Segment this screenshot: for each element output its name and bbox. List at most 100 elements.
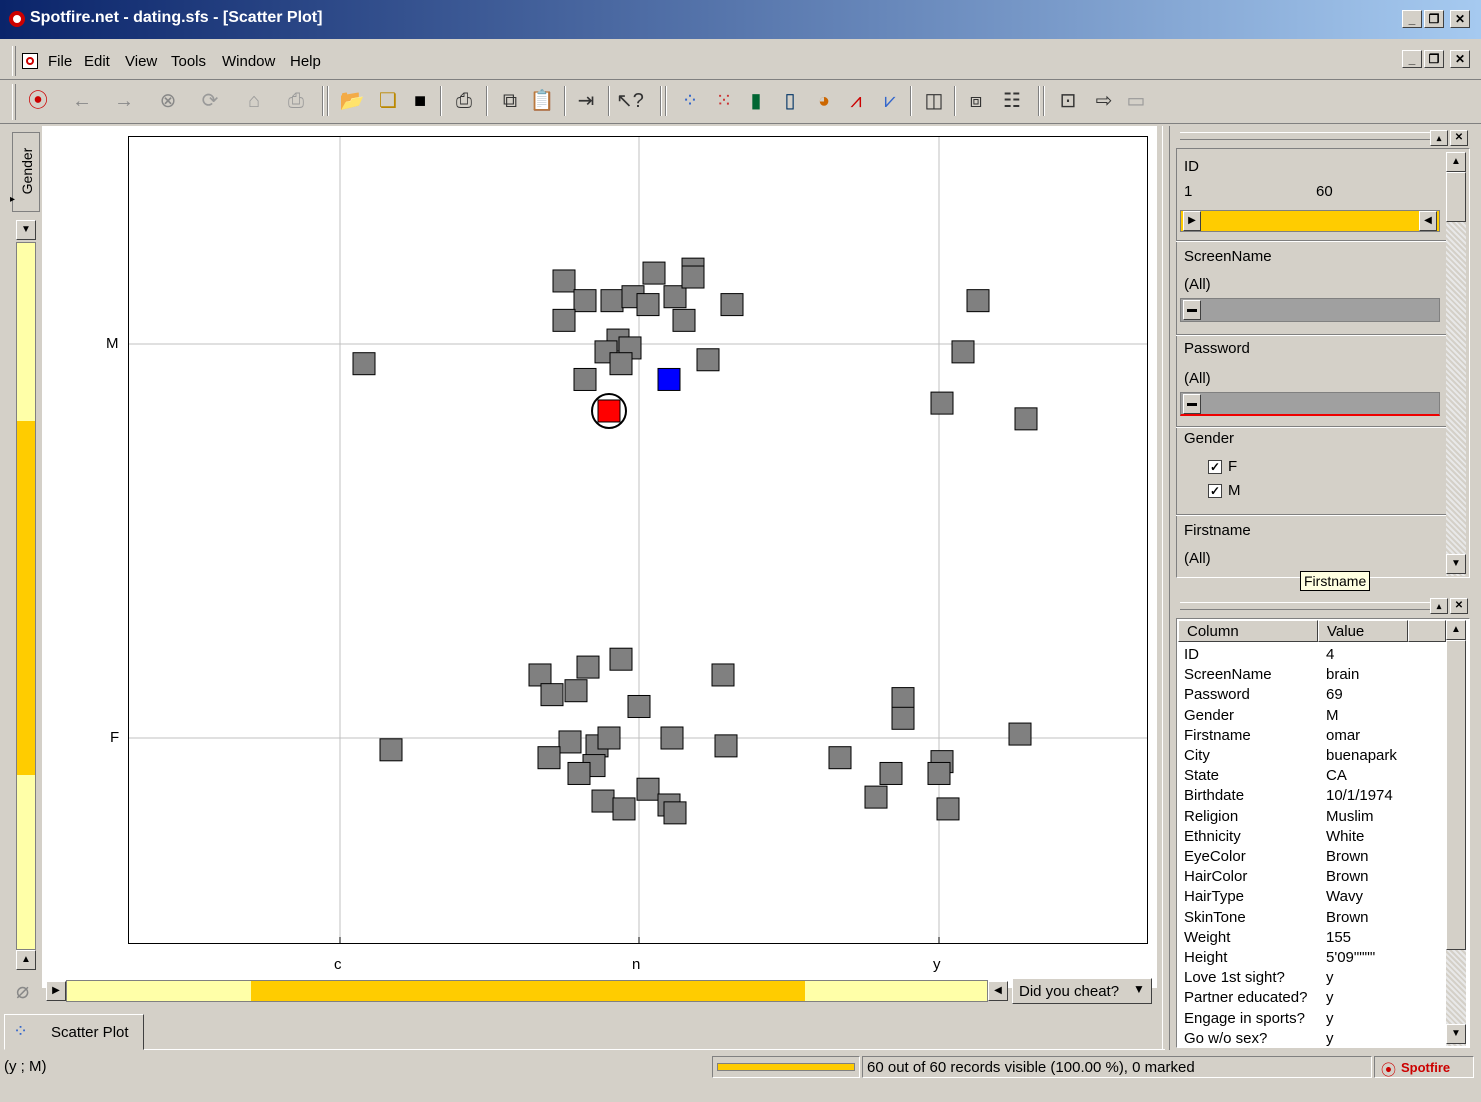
data-point[interactable]	[711, 663, 735, 687]
details-panel-grip[interactable]	[1180, 602, 1430, 610]
detail-row[interactable]: Religion Muslim	[1184, 808, 1446, 828]
data-point[interactable]	[672, 308, 696, 332]
data-point[interactable]	[552, 308, 576, 332]
detail-row[interactable]: Birthdate 10/1/1974	[1184, 787, 1446, 807]
data-point[interactable]	[540, 683, 564, 707]
data-point[interactable]	[936, 797, 960, 821]
detail-row[interactable]: Height 5'09""""	[1184, 949, 1446, 969]
panel-close-button[interactable]: ✕	[1450, 130, 1468, 146]
data-point[interactable]	[352, 352, 376, 376]
data-point[interactable]	[552, 269, 576, 293]
home-icon[interactable]: ⌂	[240, 87, 268, 115]
detail-row[interactable]: Ethnicity White	[1184, 828, 1446, 848]
menu-tools[interactable]: Tools	[171, 53, 206, 70]
x-range-left-button[interactable]: ▶	[46, 981, 66, 1001]
query-panel-scrollbar[interactable]: ▲ ▼	[1446, 152, 1466, 576]
gender-m-checkbox[interactable]: ✓	[1208, 484, 1222, 498]
print-icon[interactable]: ⎙	[282, 87, 310, 115]
detail-row[interactable]: Firstname omar	[1184, 727, 1446, 747]
data-point[interactable]	[1008, 722, 1032, 746]
minimize-button[interactable]: _	[1402, 10, 1422, 28]
column-header[interactable]: Column	[1178, 620, 1318, 642]
id-slider-left-button[interactable]: ▶	[1183, 211, 1201, 231]
print2-icon[interactable]: ⎙	[450, 87, 478, 115]
doc-restore-button[interactable]: ❐	[1424, 50, 1444, 68]
details-scrollbar[interactable]: ▲ ▼	[1446, 620, 1466, 1046]
forward-icon[interactable]: →	[110, 87, 138, 115]
detail-row[interactable]: SkinTone Brown	[1184, 909, 1446, 929]
data-point[interactable]	[627, 694, 651, 718]
data-point[interactable]	[891, 706, 915, 730]
detail-row[interactable]: Go w/o sex? y	[1184, 1030, 1446, 1050]
query-scroll-thumb[interactable]	[1446, 172, 1466, 222]
details-close-button[interactable]: ✕	[1450, 598, 1468, 614]
data-point[interactable]	[528, 663, 552, 687]
detail-row[interactable]: Partner educated? y	[1184, 989, 1446, 1009]
id-range-slider[interactable]: ▶ ◀	[1180, 210, 1440, 232]
doc-minimize-button[interactable]: _	[1402, 50, 1422, 68]
copy-icon[interactable]: ❏	[374, 87, 402, 115]
query-scroll-up[interactable]: ▲	[1446, 152, 1466, 172]
data-point[interactable]	[966, 289, 990, 313]
details-scroll-thumb[interactable]	[1446, 640, 1466, 950]
data-point[interactable]	[558, 730, 582, 754]
data-point[interactable]	[1014, 407, 1038, 431]
y-range-slider[interactable]	[16, 242, 36, 950]
data-point[interactable]	[636, 293, 660, 317]
close-button[interactable]: ✕	[1450, 10, 1470, 28]
data-point[interactable]	[879, 761, 903, 785]
gender-f-checkbox[interactable]: ✓	[1208, 460, 1222, 474]
data-point[interactable]	[681, 265, 705, 289]
restore-button[interactable]: ❐	[1424, 10, 1444, 28]
detail-row[interactable]: Gender M	[1184, 707, 1446, 727]
paste-icon[interactable]: 📋	[528, 87, 556, 115]
data-point[interactable]	[564, 679, 588, 703]
screenname-item-slider[interactable]: ▬	[1180, 298, 1440, 322]
scatter-plot-area[interactable]	[128, 136, 1148, 944]
document-icon[interactable]	[22, 53, 38, 69]
data-point[interactable]	[573, 367, 597, 391]
doc-close-button[interactable]: ✕	[1450, 50, 1470, 68]
data-point[interactable]	[663, 285, 687, 309]
detail-row[interactable]: HairType Wavy	[1184, 888, 1446, 908]
line-icon[interactable]: ⩘	[842, 87, 870, 115]
details-scroll-down[interactable]: ▼	[1446, 1024, 1466, 1044]
y-range-down-button[interactable]: ▼	[16, 220, 36, 240]
data-point[interactable]	[609, 647, 633, 671]
data-point[interactable]	[591, 789, 615, 813]
menu-view[interactable]: View	[125, 53, 157, 70]
password-slider-handle[interactable]: ▬	[1183, 394, 1201, 414]
data-point[interactable]	[696, 348, 720, 372]
list-icon[interactable]: ☷	[998, 87, 1026, 115]
panel-splitter[interactable]	[1162, 126, 1170, 1050]
x-range-slider[interactable]	[66, 980, 988, 1002]
data-point[interactable]	[891, 687, 915, 711]
export2-icon[interactable]: ⇨	[1090, 87, 1118, 115]
y-range-up-button[interactable]: ▲	[16, 950, 36, 970]
detail-row[interactable]: HairColor Brown	[1184, 868, 1446, 888]
help-icon[interactable]: ↖?	[616, 87, 644, 115]
menu-edit[interactable]: Edit	[84, 53, 110, 70]
menu-file[interactable]: File	[48, 53, 72, 70]
y-axis-dropdown-arrow[interactable]: ▸	[10, 194, 15, 205]
value-header[interactable]: Value	[1318, 620, 1408, 642]
data-point[interactable]	[636, 777, 660, 801]
menu-window[interactable]: Window	[222, 53, 275, 70]
scatter-icon[interactable]: ⁘	[676, 87, 704, 115]
data-point[interactable]	[567, 761, 591, 785]
details-restore-button[interactable]: ▴	[1430, 598, 1448, 614]
x-axis-column-select[interactable]: Did you cheat? ▼	[1012, 978, 1152, 1004]
pie-icon[interactable]: ◕	[810, 87, 838, 115]
screenname-slider-handle[interactable]: ▬	[1183, 300, 1201, 320]
password-item-slider[interactable]: ▬	[1180, 392, 1440, 416]
menu-help[interactable]: Help	[290, 53, 321, 70]
data-point[interactable]	[379, 738, 403, 762]
data-point[interactable]	[714, 734, 738, 758]
back-icon[interactable]: ←	[68, 87, 96, 115]
detail-row[interactable]: ID 4	[1184, 646, 1446, 666]
x-range-thumb[interactable]	[251, 981, 805, 1001]
query-scroll-down[interactable]: ▼	[1446, 554, 1466, 574]
data-point[interactable]	[720, 293, 744, 317]
copy2-icon[interactable]: ⧉	[496, 87, 524, 115]
detail-row[interactable]: Love 1st sight? y	[1184, 969, 1446, 989]
